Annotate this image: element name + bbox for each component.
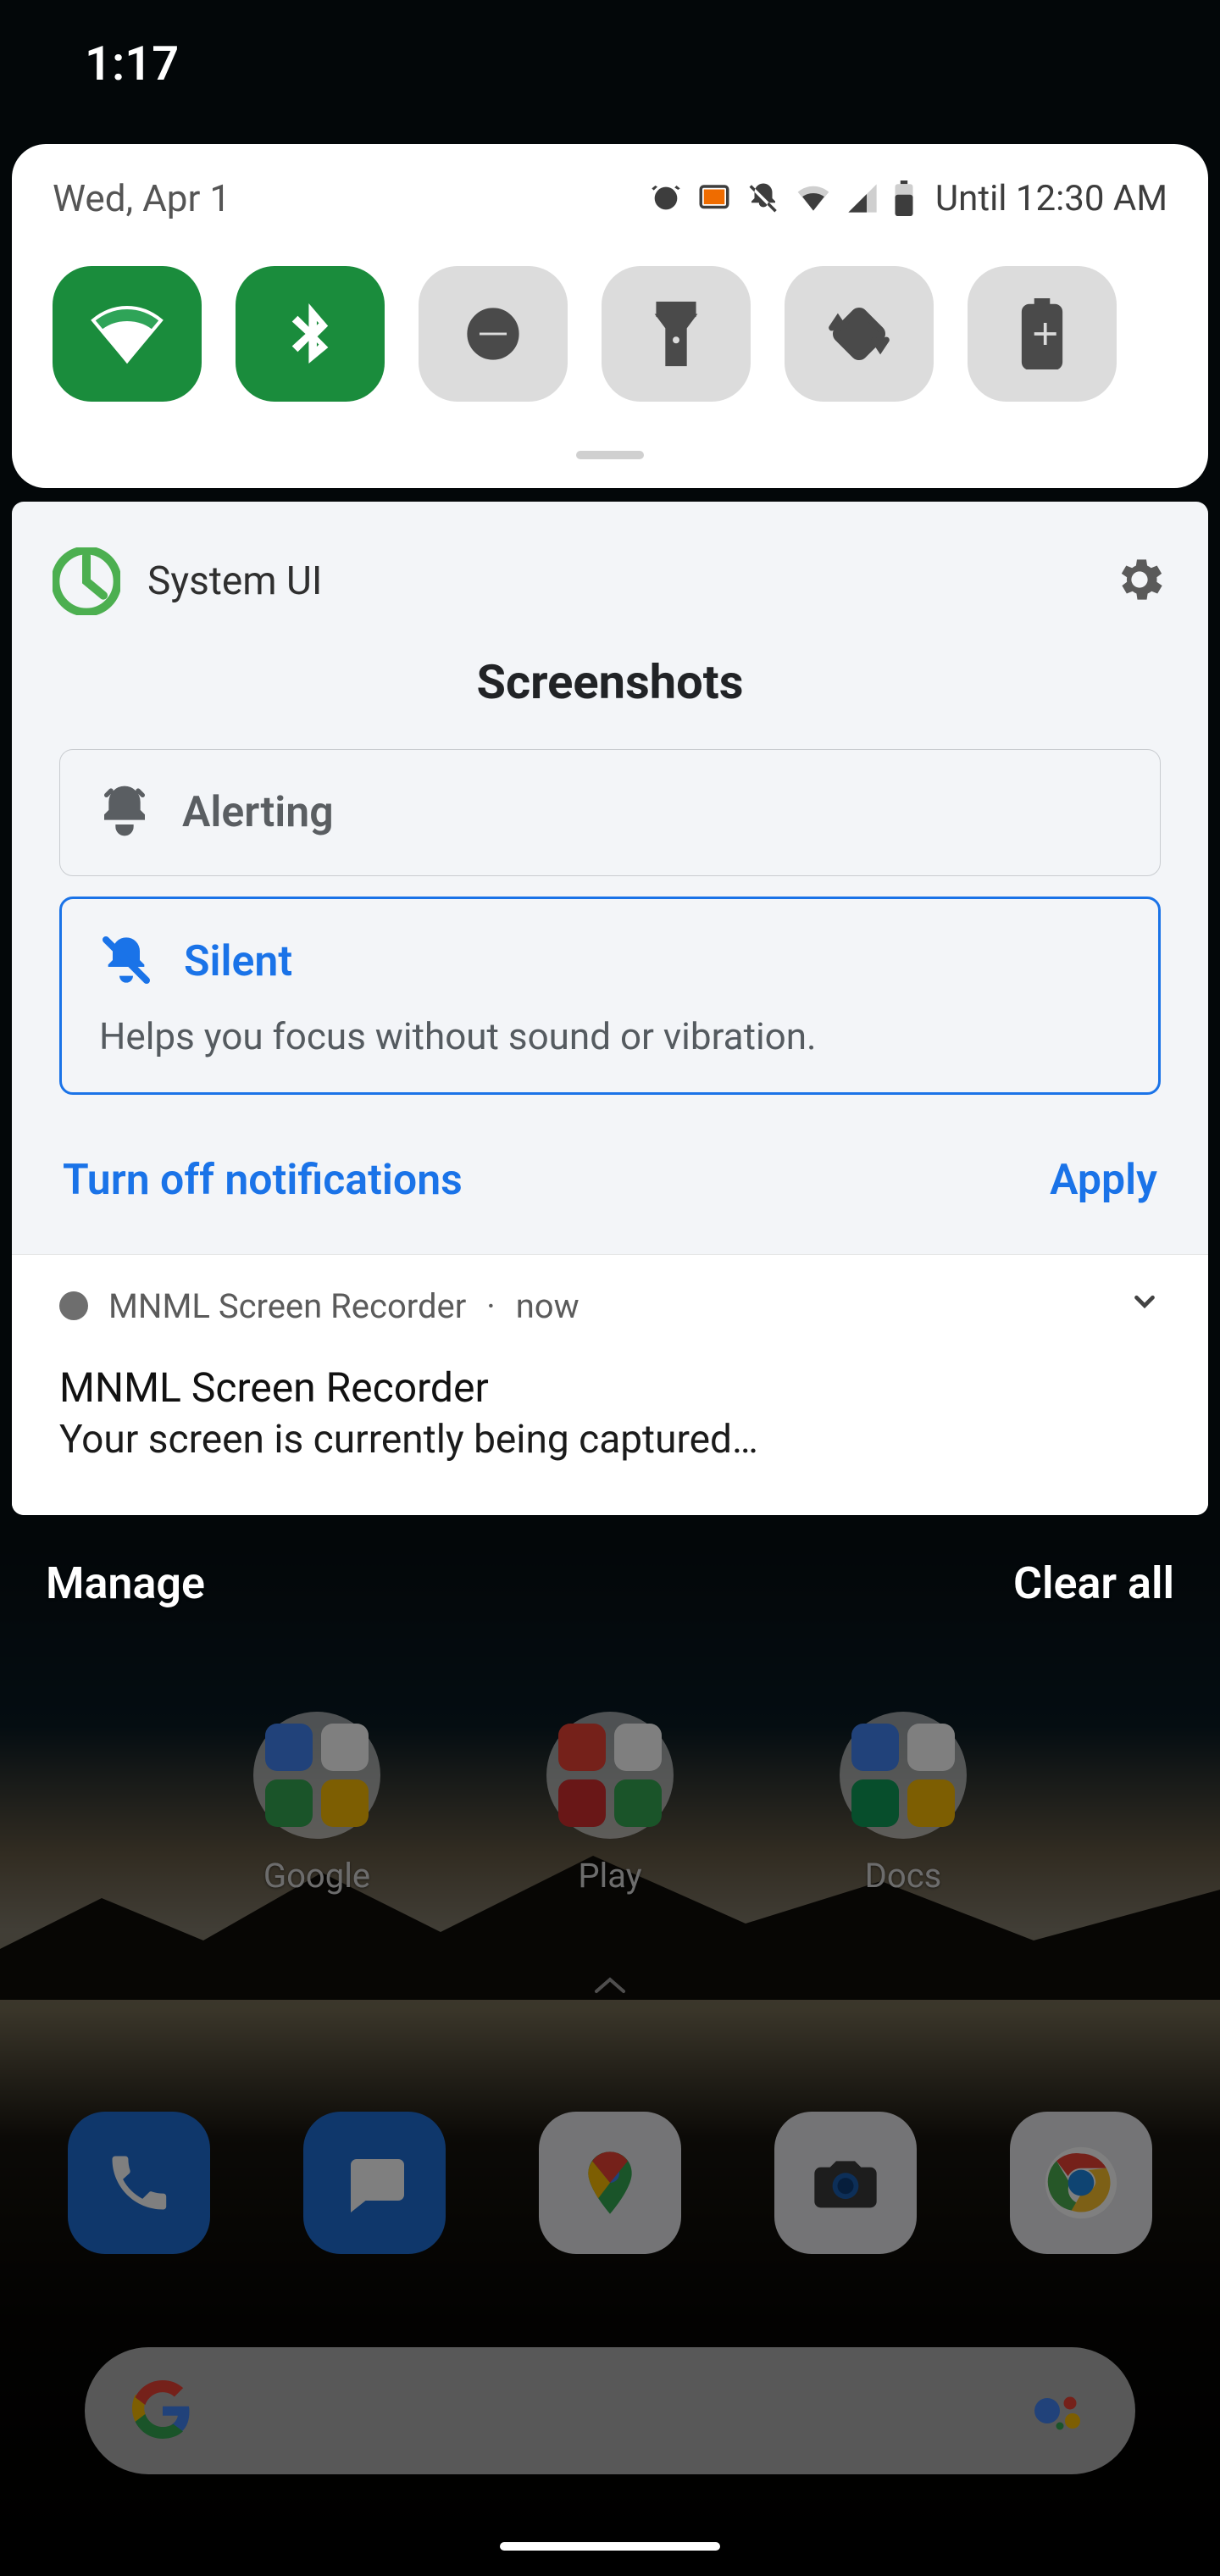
battery-icon: [893, 180, 915, 216]
mute-icon: [746, 180, 781, 216]
notification-time: now: [516, 1286, 580, 1326]
manage-button[interactable]: Manage: [46, 1557, 205, 1609]
bell-off-icon: [99, 933, 153, 991]
option-label: Silent: [184, 937, 292, 986]
qs-expand-handle[interactable]: [576, 451, 644, 459]
option-silent[interactable]: Silent Helps you focus without sound or …: [59, 897, 1161, 1095]
wifi-icon: [795, 180, 832, 217]
option-desc: Helps you focus without sound or vibrati…: [99, 1014, 1121, 1058]
turn-off-notifications-button[interactable]: Turn off notifications: [63, 1156, 463, 1205]
notification-body: Your screen is currently being captured…: [59, 1417, 1161, 1463]
qs-header: Wed, Apr 1 Until 12:30 AM: [53, 176, 1167, 220]
alarm-icon: [649, 181, 683, 215]
bell-icon: [97, 784, 152, 841]
tile-bluetooth[interactable]: [236, 266, 385, 402]
quick-settings-panel: Wed, Apr 1 Until 12:30 AM: [12, 144, 1208, 488]
notification-channel-card: System UI Screenshots Alerting Silent He…: [12, 502, 1208, 1515]
apply-button[interactable]: Apply: [1050, 1156, 1157, 1205]
notification-title: MNML Screen Recorder: [59, 1363, 1161, 1412]
battery-until: Until 12:30 AM: [935, 178, 1167, 219]
gesture-nav-pill[interactable]: [500, 2542, 720, 2551]
notification-mnml[interactable]: MNML Screen Recorder · now MNML Screen R…: [12, 1254, 1208, 1515]
notification-app: MNML Screen Recorder: [108, 1286, 466, 1326]
tile-autorotate[interactable]: [785, 266, 934, 402]
clear-all-button[interactable]: Clear all: [1013, 1557, 1174, 1609]
system-ui-app-icon: [53, 547, 120, 615]
option-label: Alerting: [182, 788, 334, 837]
tile-flashlight[interactable]: [602, 266, 751, 402]
qs-tiles: [53, 266, 1167, 402]
channel-app-name: System UI: [147, 558, 322, 604]
status-bar: 1:17: [0, 0, 1220, 127]
tile-battery-saver[interactable]: [968, 266, 1117, 402]
shade-footer: Manage Clear all: [12, 1515, 1208, 1609]
qs-date[interactable]: Wed, Apr 1: [53, 176, 230, 220]
chevron-down-icon[interactable]: [1128, 1285, 1161, 1326]
gear-icon[interactable]: [1112, 552, 1167, 611]
notification-header: MNML Screen Recorder · now: [59, 1285, 1161, 1326]
status-icons: Until 12:30 AM: [649, 178, 1167, 219]
channel-title: Screenshots: [12, 630, 1208, 749]
cast-icon: [696, 180, 732, 216]
tile-dnd[interactable]: [419, 266, 568, 402]
signal-icon: [846, 181, 879, 215]
app-icon-dot: [59, 1291, 88, 1320]
tile-wifi[interactable]: [53, 266, 202, 402]
notification-shade: Wed, Apr 1 Until 12:30 AM: [12, 144, 1208, 1609]
option-alerting[interactable]: Alerting: [59, 749, 1161, 876]
status-clock: 1:17: [85, 36, 179, 92]
